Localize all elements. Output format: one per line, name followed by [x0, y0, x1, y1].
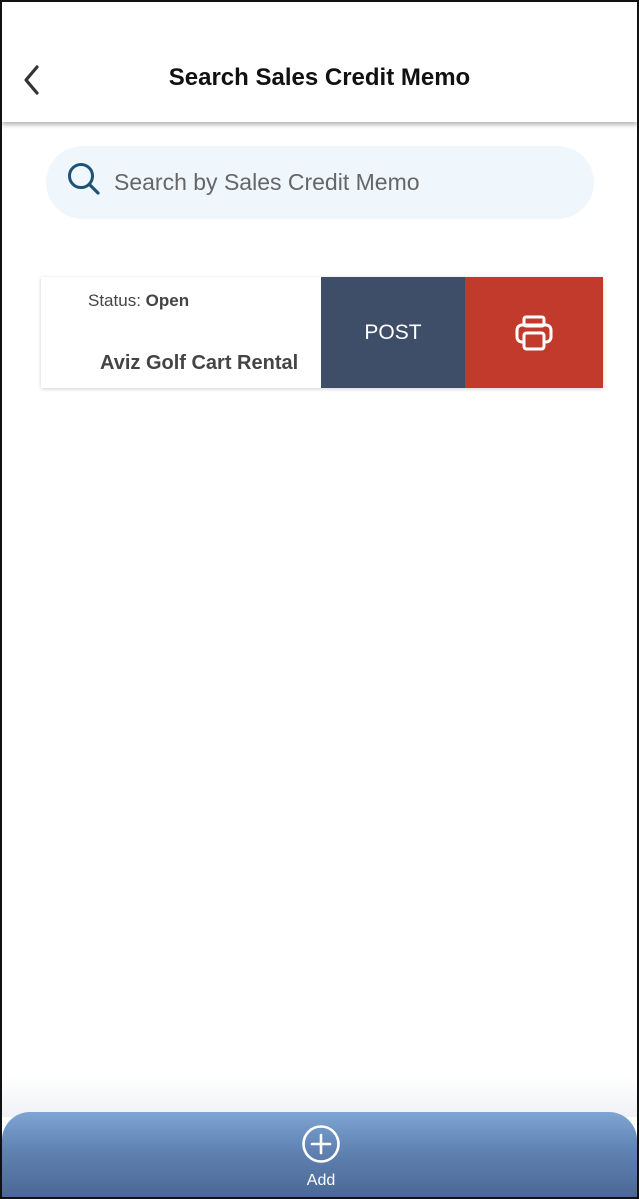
status-value: Open	[145, 291, 190, 310]
search-input[interactable]	[114, 146, 574, 219]
post-button[interactable]: POST	[321, 277, 465, 388]
bottom-fade	[2, 1077, 637, 1117]
page-title: Search Sales Credit Memo	[168, 64, 471, 91]
credit-memo-details[interactable]: Status: Open Aviz Golf Cart Rental	[41, 277, 321, 388]
printer-icon	[515, 315, 553, 350]
print-button[interactable]	[465, 277, 603, 388]
status-label: Status:	[88, 291, 141, 310]
credit-memo-row: Status: Open Aviz Golf Cart Rental POST	[41, 277, 603, 388]
search-icon	[68, 163, 100, 195]
add-button[interactable]: Add	[279, 1124, 363, 1197]
customer-name: Aviz Golf Cart Rental	[100, 352, 299, 374]
add-label: Add	[306, 1172, 336, 1189]
status-line: Status: Open	[88, 291, 189, 311]
search-bar[interactable]	[46, 146, 594, 219]
plus-circle-icon	[302, 1125, 340, 1163]
app-header: Search Sales Credit Memo	[2, 2, 637, 122]
app-screen: Search Sales Credit Memo Status: Open Av…	[0, 0, 639, 1199]
